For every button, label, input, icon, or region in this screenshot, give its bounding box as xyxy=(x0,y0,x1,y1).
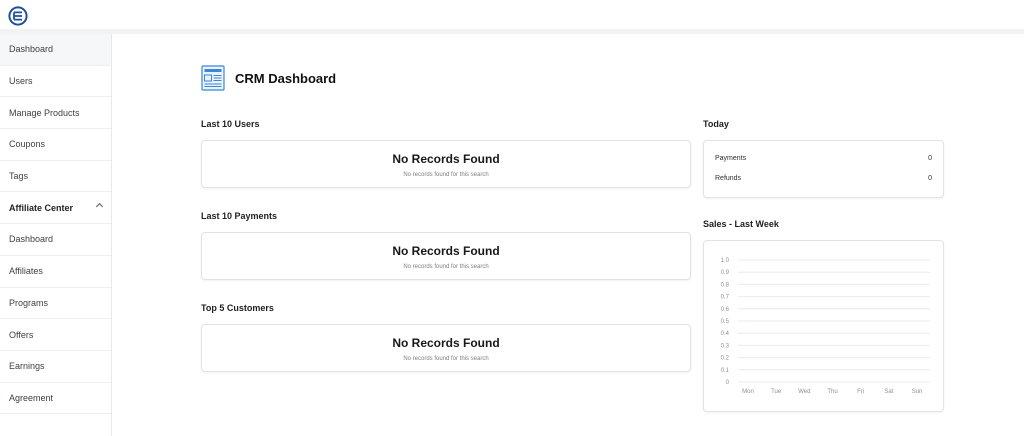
sidebar-item-dashboard[interactable]: Dashboard xyxy=(0,34,111,66)
sidebar-item-label: Agreement xyxy=(9,392,54,403)
sidebar-group-label: Affiliate Center xyxy=(9,202,74,213)
sidebar-item-label: Affiliates xyxy=(9,266,43,277)
chevron-up-icon[interactable] xyxy=(95,203,104,211)
sidebar-item-manage-products[interactable]: Manage Products xyxy=(0,97,111,130)
page-title: CRM Dashboard xyxy=(235,70,337,86)
main-content: CRM Dashboard Last 10 Users No Records F… xyxy=(113,34,1024,436)
stat-label: Refunds xyxy=(715,175,742,182)
sidebar-group-affiliate-center[interactable]: Affiliate Center xyxy=(0,192,111,225)
x-tick-label: Sat xyxy=(884,389,893,395)
section-label-last-users: Last 10 Users xyxy=(201,119,260,129)
empty-state-subtitle: No records found for this search xyxy=(403,356,489,362)
top-bar xyxy=(0,0,1024,34)
stat-value: 0 xyxy=(928,175,932,182)
x-tick-label: Wed xyxy=(798,389,810,395)
sidebar-item-label: Manage Products xyxy=(9,107,80,118)
x-tick-label: Sun xyxy=(912,389,923,395)
sidebar-item-coupons[interactable]: Coupons xyxy=(0,129,111,161)
section-label-sales-last-week: Sales - Last Week xyxy=(703,219,779,229)
empty-state-title: No Records Found xyxy=(392,152,500,166)
empty-state-subtitle: No records found for this search xyxy=(403,264,489,270)
section-label-last-payments: Last 10 Payments xyxy=(201,211,278,221)
sales-chart-card: 1.0 0.9 0.8 0.7 0.6 0.5 0.4 0.3 0.2 0.1 0 Mon Tue Wed… xyxy=(703,240,944,412)
sidebar-item-label: Earnings xyxy=(9,361,45,372)
section-label-top-customers: Top 5 Customers xyxy=(201,303,274,313)
page-header: CRM Dashboard xyxy=(201,65,336,91)
sidebar-item-programs[interactable]: Programs xyxy=(0,288,111,320)
stat-value: 0 xyxy=(928,155,932,162)
x-tick-label: Thu xyxy=(827,389,837,395)
circle-e-logo-icon[interactable] xyxy=(8,6,28,26)
sidebar-item-earnings[interactable]: Earnings xyxy=(0,351,111,383)
empty-state-title: No Records Found xyxy=(392,244,500,258)
x-tick-label: Tue xyxy=(771,389,782,395)
y-tick-label: 1.0 xyxy=(721,258,730,264)
dashboard-document-icon xyxy=(201,65,225,91)
empty-state-title: No Records Found xyxy=(392,336,500,350)
y-tick-label: 0.1 xyxy=(721,368,730,374)
last-payments-card: No Records Found No records found for th… xyxy=(201,232,691,280)
sidebar-item-offers[interactable]: Offers xyxy=(0,319,111,351)
empty-state-subtitle: No records found for this search xyxy=(403,172,489,178)
today-stats-card: Payments 0 Refunds 0 xyxy=(703,140,944,198)
sidebar-item-label: Users xyxy=(9,76,33,87)
y-tick-label: 0.5 xyxy=(721,319,730,325)
sidebar-item-tags[interactable]: Tags xyxy=(0,161,111,193)
sidebar-item-users[interactable]: Users xyxy=(0,66,111,98)
y-tick-label: 0 xyxy=(726,380,730,386)
sales-line-chart: 1.0 0.9 0.8 0.7 0.6 0.5 0.4 0.3 0.2 0.1 0 Mon Tue Wed… xyxy=(721,258,930,395)
y-tick-label: 0.4 xyxy=(721,331,730,337)
stat-row-refunds: Refunds 0 xyxy=(715,175,932,195)
last-users-card: No Records Found No records found for th… xyxy=(201,140,691,188)
sidebar-item-affiliates[interactable]: Affiliates xyxy=(0,256,111,288)
x-tick-label: Fri xyxy=(857,389,864,395)
sidebar: Dashboard Users Manage Products Coupons … xyxy=(0,34,112,436)
sidebar-item-label: Dashboard xyxy=(9,44,54,55)
y-tick-label: 0.3 xyxy=(721,343,730,349)
stat-row-payments: Payments 0 xyxy=(715,155,932,175)
sidebar-item-label: Coupons xyxy=(9,139,46,150)
sidebar-item-agreement[interactable]: Agreement xyxy=(0,383,111,415)
sidebar-item-label: Offers xyxy=(9,329,34,340)
y-tick-label: 0.7 xyxy=(721,295,730,301)
top-customers-card: No Records Found No records found for th… xyxy=(201,324,691,372)
x-tick-label: Mon xyxy=(742,389,754,395)
sidebar-item-label: Dashboard xyxy=(9,234,54,245)
y-tick-label: 0.2 xyxy=(721,356,730,362)
sidebar-item-label: Tags xyxy=(9,171,29,182)
section-label-today: Today xyxy=(703,119,729,129)
sidebar-item-affiliate-dashboard[interactable]: Dashboard xyxy=(0,224,111,256)
y-tick-label: 0.6 xyxy=(721,307,730,313)
y-tick-label: 0.9 xyxy=(721,270,730,276)
y-tick-label: 0.8 xyxy=(721,282,730,288)
stat-label: Payments xyxy=(715,155,747,162)
sidebar-item-label: Programs xyxy=(9,297,49,308)
